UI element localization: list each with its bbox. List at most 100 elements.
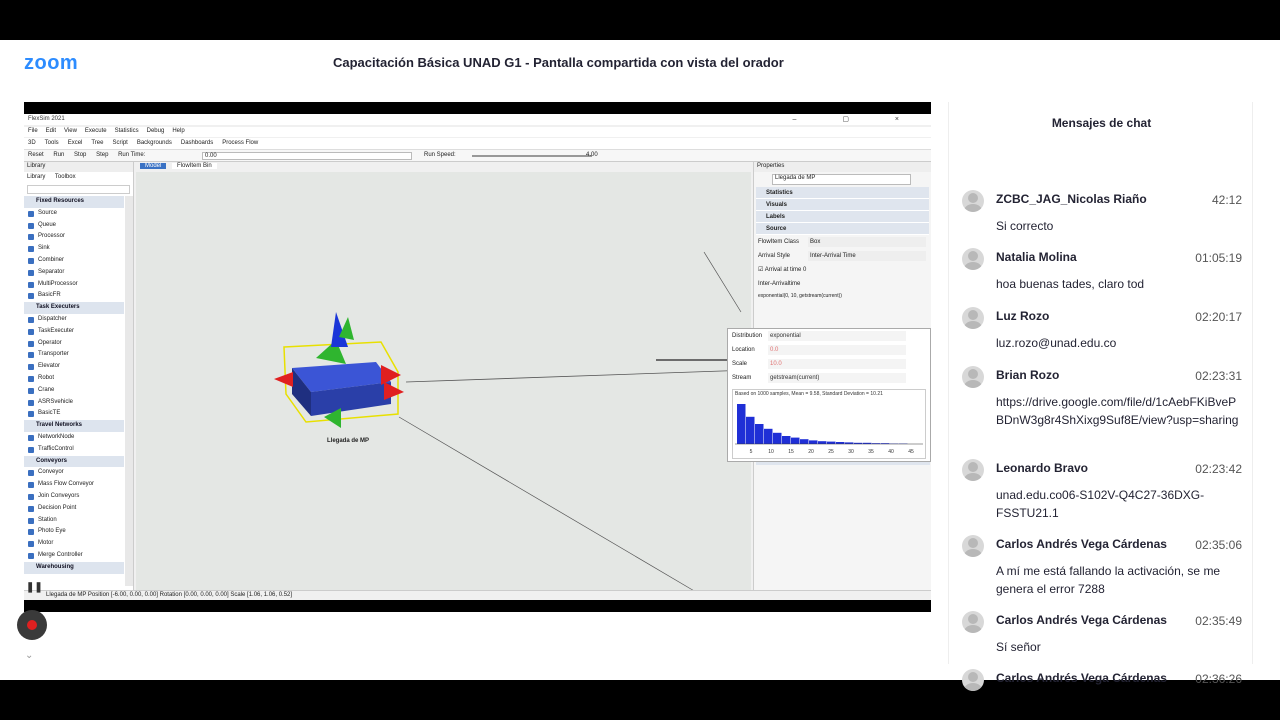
window-controls[interactable]: – ▢ × xyxy=(793,115,921,123)
menu-item-file[interactable]: File xyxy=(28,128,38,134)
chat-text[interactable]: A mí me está fallando la activación, se … xyxy=(996,562,1241,598)
tab-model[interactable]: Model xyxy=(140,163,167,169)
chat-text[interactable]: luz.rozo@unad.edu.co xyxy=(996,334,1241,352)
library-item[interactable]: Processor xyxy=(24,231,124,243)
library-category[interactable]: Warehousing xyxy=(24,561,124,574)
library-item[interactable]: Dispatcher xyxy=(24,314,124,326)
toolbar-script-button[interactable]: Script xyxy=(112,140,127,146)
library-item[interactable]: Conveyor xyxy=(24,467,124,479)
avatar xyxy=(962,248,984,270)
histogram-tick-label: 45 xyxy=(908,449,914,455)
library-item[interactable]: Transporter xyxy=(24,349,124,361)
menu-item-help[interactable]: Help xyxy=(172,128,184,134)
library-item[interactable]: ASRSvehicle xyxy=(24,397,124,409)
menu-item-debug[interactable]: Debug xyxy=(147,128,165,134)
library-category[interactable]: Conveyors xyxy=(24,455,124,468)
library-item[interactable]: Source xyxy=(24,208,124,220)
library-category[interactable]: Fixed Resources xyxy=(24,196,124,208)
tab-library[interactable]: Library xyxy=(27,174,45,180)
chat-text[interactable]: https://drive.google.com/file/d/1cAebFKi… xyxy=(996,393,1241,429)
chat-text[interactable]: Si correcto xyxy=(996,217,1241,235)
library-title: Library xyxy=(24,162,133,172)
library-item[interactable]: Join Conveyors xyxy=(24,491,124,503)
stream-input[interactable]: getstream(current) xyxy=(768,373,906,383)
library-item[interactable]: Crane xyxy=(24,385,124,397)
toolbar-tree-button[interactable]: Tree xyxy=(91,140,103,146)
library-item[interactable]: Mass Flow Conveyor xyxy=(24,479,124,491)
library-item[interactable]: Separator xyxy=(24,267,124,279)
shared-screen[interactable]: FlexSim 2021 – ▢ × File Edit View Execute St… xyxy=(24,102,931,612)
model-3d-view[interactable]: Model FlowItem Bin Llegada de MP xyxy=(136,162,751,594)
library-item[interactable]: Motor xyxy=(24,538,124,550)
zoom-window: zoom Capacitación Básica UNAD G1 - Panta… xyxy=(0,40,1280,691)
library-item[interactable]: Combiner xyxy=(24,255,124,267)
avatar xyxy=(962,307,984,329)
scale-input[interactable]: 10.0 xyxy=(768,359,906,369)
properties-title: Properties xyxy=(754,162,931,172)
library-item[interactable]: TaskExecuter xyxy=(24,326,124,338)
pause-share-button[interactable]: ❚❚ xyxy=(26,580,43,596)
chat-text[interactable]: Sí señor xyxy=(996,638,1241,656)
properties-section-statistics[interactable]: Statistics xyxy=(756,187,929,199)
model-canvas[interactable]: Llegada de MP xyxy=(136,172,751,594)
library-scrollbar[interactable] xyxy=(125,196,133,586)
scale-label: Scale xyxy=(732,361,748,367)
library-item[interactable]: BasicTE xyxy=(24,408,124,420)
toolbar-tools-button[interactable]: Tools xyxy=(45,140,59,146)
library-item[interactable]: MultiProcessor xyxy=(24,279,124,291)
stop-button[interactable]: Stop xyxy=(74,152,86,158)
interarrival-field[interactable]: exponential(0, 10, getstream(current)) xyxy=(754,291,931,301)
properties-section-visuals[interactable]: Visuals xyxy=(756,199,929,211)
library-item[interactable]: Operator xyxy=(24,338,124,350)
step-button[interactable]: Step xyxy=(96,152,108,158)
library-item[interactable]: Robot xyxy=(24,373,124,385)
toolbar-process-flow-button[interactable]: Process Flow xyxy=(222,140,258,146)
tab-toolbox[interactable]: Toolbox xyxy=(55,174,76,180)
chat-text[interactable]: hoa buenas tades, claro tod xyxy=(996,275,1241,293)
run-time-field[interactable]: 0.00 xyxy=(202,152,412,160)
toolbar-backgrounds-button[interactable]: Backgrounds xyxy=(137,140,172,146)
library-item[interactable]: Photo Eye xyxy=(24,526,124,538)
chevron-down-icon[interactable]: ⌄ xyxy=(25,650,33,661)
run-speed-slider[interactable] xyxy=(472,155,592,157)
menu-item-statistics[interactable]: Statistics xyxy=(115,128,139,134)
library-item[interactable]: TrafficControl xyxy=(24,444,124,456)
checkbox-icon[interactable]: ☑ xyxy=(758,267,765,273)
toolbar-dashboards-button[interactable]: Dashboards xyxy=(181,140,213,146)
properties-section-source[interactable]: Source xyxy=(756,223,929,235)
menu-item-edit[interactable]: Edit xyxy=(46,128,56,134)
menu-item-execute[interactable]: Execute xyxy=(85,128,107,134)
zoom-logo: zoom xyxy=(24,52,79,74)
library-category[interactable]: Task Executers xyxy=(24,302,124,314)
chat-text[interactable]: unad.edu.co06-S102V-Q4C27-36DXG-FSSTU21.… xyxy=(996,486,1241,522)
location-input[interactable]: 0.0 xyxy=(768,345,906,355)
library-item[interactable]: NetworkNode xyxy=(24,432,124,444)
record-icon[interactable] xyxy=(17,610,47,640)
arrival-style-select[interactable]: Inter-Arrival Time xyxy=(808,251,926,261)
library-item[interactable]: Queue xyxy=(24,220,124,232)
properties-section-labels[interactable]: Labels xyxy=(756,211,929,223)
library-item[interactable]: Elevator xyxy=(24,361,124,373)
source-object[interactable] xyxy=(274,312,404,428)
object-name-field[interactable]: Llegada de MP xyxy=(772,174,911,185)
toolbar-3d-button[interactable]: 3D xyxy=(28,140,36,146)
library-category[interactable]: Travel Networks xyxy=(24,420,124,432)
tab-flowitem-bin[interactable]: FlowItem Bin xyxy=(172,163,217,169)
distribution-histogram: Based on 1000 samples, Mean = 9.58, Stan… xyxy=(732,389,926,459)
reset-button[interactable]: Reset xyxy=(28,152,44,158)
chat-sender: ZCBC_JAG_Nicolas Riaño xyxy=(996,192,1147,206)
library-search-input[interactable] xyxy=(27,185,130,194)
chat-sender: Luz Rozo xyxy=(996,309,1050,323)
library-item[interactable]: Decision Point xyxy=(24,503,124,515)
library-item[interactable]: Sink xyxy=(24,243,124,255)
run-button[interactable]: Run xyxy=(53,152,64,158)
library-item[interactable]: Station xyxy=(24,515,124,527)
chat-time: 02:35:49 xyxy=(1195,614,1242,628)
library-item[interactable]: BasicFR xyxy=(24,290,124,302)
menu-item-view[interactable]: View xyxy=(64,128,77,134)
arrival-at-time0-row[interactable]: ☑ Arrival at time 0 xyxy=(754,263,931,277)
distribution-select[interactable]: exponential xyxy=(768,331,906,341)
toolbar-excel-button[interactable]: Excel xyxy=(68,140,83,146)
flowitem-class-select[interactable]: Box xyxy=(808,237,926,247)
library-item[interactable]: Merge Controller xyxy=(24,550,124,562)
